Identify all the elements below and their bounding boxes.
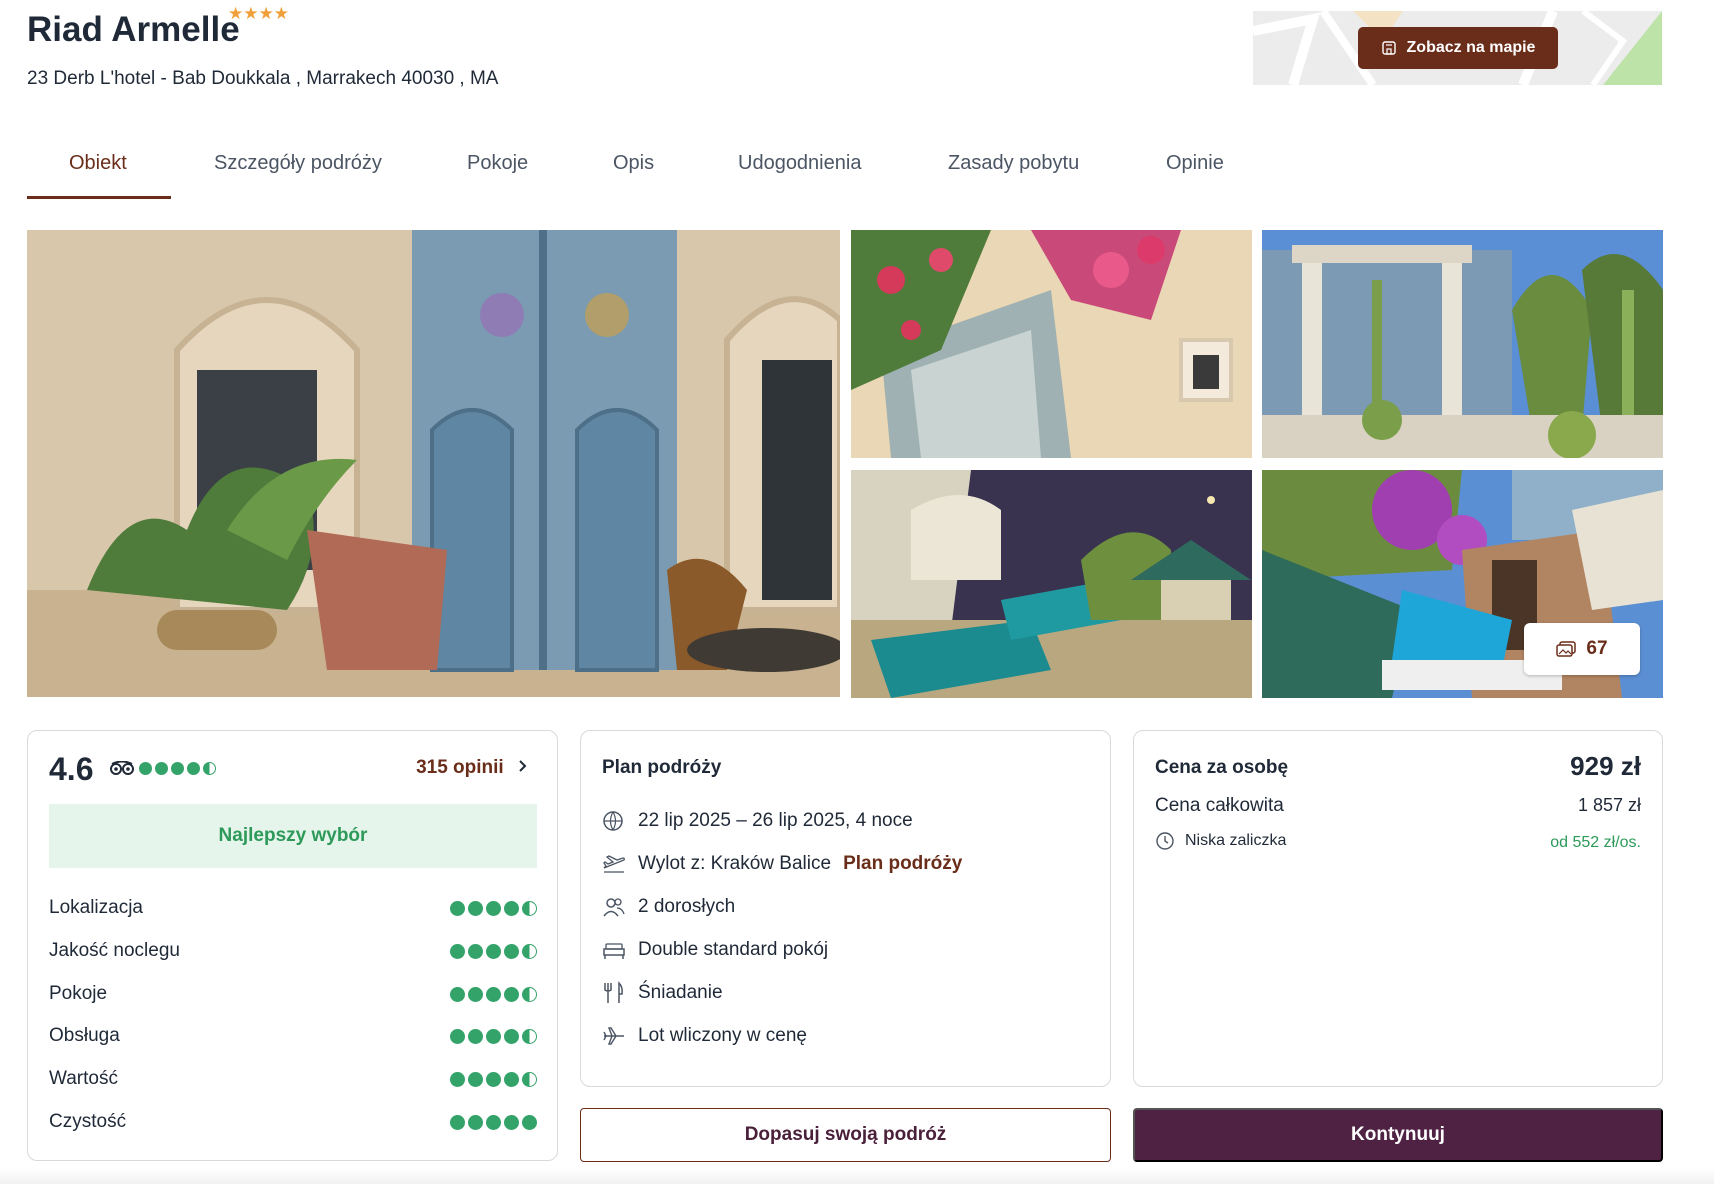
rating-dot <box>155 762 168 775</box>
price-total-value: 1 857 zł <box>1577 795 1641 815</box>
rating-dot-half <box>203 762 216 775</box>
reviews-link[interactable]: 315 opinii <box>416 757 529 779</box>
score-row: Wartość <box>49 1064 537 1094</box>
score-dots <box>450 1114 537 1130</box>
score-label: Lokalizacja <box>49 897 143 918</box>
show-on-map-label: Zobacz na mapie <box>1406 39 1536 56</box>
score-dots <box>450 1071 537 1087</box>
price-per-person-value: 929 zł <box>1570 751 1641 781</box>
hotel-stars: ★★★★ <box>228 4 289 23</box>
score-row: Czystość <box>49 1107 537 1137</box>
price-total-label: Cena całkowita <box>1155 795 1284 816</box>
rating-score: 4.6 <box>49 751 94 787</box>
bottom-fade <box>0 1168 1714 1184</box>
score-label: Obsługa <box>49 1025 120 1046</box>
bed-icon <box>603 943 625 959</box>
plan-departure-row: Wylot z: Kraków Balice Plan podróży <box>602 849 962 879</box>
people-icon <box>603 898 625 917</box>
bougainvillea-photo <box>851 230 1252 458</box>
tab-zasady-pobytu[interactable]: Zasady pobytu <box>948 152 1079 175</box>
section-tabs: Obiekt Szczegóły podróży Pokoje Opis Udo… <box>27 140 1662 200</box>
gallery-thumb-3[interactable] <box>851 470 1252 698</box>
courtyard-photo <box>27 230 840 697</box>
hotel-address: 23 Derb L'hotel - Bab Doukkala , Marrake… <box>27 68 499 89</box>
deposit-row: Niska zaliczka <box>1155 831 1286 851</box>
tab-opinie[interactable]: Opinie <box>1166 152 1224 175</box>
customize-trip-button[interactable]: Dopasuj swoją podróż <box>580 1108 1111 1162</box>
rating-dot <box>139 762 152 775</box>
plan-dates: 22 lip 2025 – 26 lip 2025, 4 noce <box>638 810 913 831</box>
rating-dot <box>171 762 184 775</box>
reviews-link-label: 315 opinii <box>416 757 504 778</box>
tab-szczegoly-podrozy[interactable]: Szczegóły podróży <box>214 152 382 175</box>
building-icon <box>1381 41 1396 55</box>
plan-title: Plan podróży <box>602 757 722 778</box>
score-row: Lokalizacja <box>49 893 537 923</box>
plan-details-link[interactable]: Plan podróży <box>843 853 962 875</box>
deposit-icon <box>1156 832 1174 850</box>
score-label: Czystość <box>49 1111 127 1132</box>
plan-room-row: Double standard pokój <box>602 935 828 965</box>
photos-icon <box>1556 641 1577 657</box>
tab-udogodnienia[interactable]: Udogodnienia <box>738 152 861 175</box>
price-card: Cena za osobę 929 zł Cena całkowita 1 85… <box>1133 730 1663 1087</box>
rating-dots <box>139 762 216 775</box>
tripadvisor-icon <box>110 761 134 775</box>
travel-plan-card: Plan podróży 22 lip 2025 – 26 lip 2025, … <box>580 730 1111 1087</box>
price-per-person-label: Cena za osobę <box>1155 757 1289 778</box>
plan-dates-row: 22 lip 2025 – 26 lip 2025, 4 noce <box>602 806 913 836</box>
tab-pokoje[interactable]: Pokoje <box>467 152 528 175</box>
gallery-thumb-1[interactable] <box>851 230 1252 458</box>
score-label: Wartość <box>49 1068 118 1089</box>
tab-opis[interactable]: Opis <box>613 152 654 175</box>
plan-flight-row: Lot wliczony w cenę <box>602 1021 807 1051</box>
score-row: Pokoje <box>49 979 537 1009</box>
score-dots <box>450 943 537 959</box>
plan-flight: Lot wliczony w cenę <box>638 1025 807 1046</box>
continue-button[interactable]: Kontynuuj <box>1133 1108 1663 1162</box>
photo-count-label: 67 <box>1586 638 1608 659</box>
rooftop-loungers-photo <box>851 470 1252 698</box>
score-dots <box>450 1028 537 1044</box>
best-choice-badge: Najlepszy wybór <box>49 804 537 868</box>
calendar-globe-icon <box>603 811 623 831</box>
tab-obiekt[interactable]: Obiekt <box>69 152 127 175</box>
deposit-value: od 552 zł/os. <box>1550 834 1641 851</box>
score-row: Jakość noclegu <box>49 936 537 966</box>
gallery-thumb-2[interactable] <box>1262 230 1663 458</box>
score-row: Obsługa <box>49 1021 537 1051</box>
photo-count-button[interactable]: 67 <box>1524 623 1640 675</box>
plan-guests-row: 2 dorosłych <box>602 892 735 922</box>
hotel-name: Riad Armelle <box>27 10 240 49</box>
rating-card: 4.6 315 opinii Najlepszy wybór Lokalizac… <box>27 730 558 1161</box>
score-label: Pokoje <box>49 983 108 1004</box>
plan-board: Śniadanie <box>638 982 723 1003</box>
cutlery-icon <box>604 981 623 1003</box>
plan-room: Double standard pokój <box>638 939 829 960</box>
deposit-label: Niska zaliczka <box>1185 832 1287 849</box>
active-tab-indicator <box>27 196 171 199</box>
plan-board-row: Śniadanie <box>602 978 723 1008</box>
chevron-right-icon <box>519 760 527 772</box>
score-dots <box>450 900 537 916</box>
rating-dot <box>187 762 200 775</box>
plan-guests: 2 dorosłych <box>638 896 736 917</box>
score-label: Jakość noclegu <box>49 940 180 961</box>
plane-icon <box>603 1027 624 1045</box>
plane-departure-icon <box>603 855 625 873</box>
gallery-main-photo[interactable] <box>27 230 840 697</box>
plan-departure: Wylot z: Kraków Balice <box>638 853 832 874</box>
rooftop-cactus-photo <box>1262 230 1663 458</box>
show-on-map-button[interactable]: Zobacz na mapie <box>1358 27 1558 69</box>
score-dots <box>450 986 537 1002</box>
